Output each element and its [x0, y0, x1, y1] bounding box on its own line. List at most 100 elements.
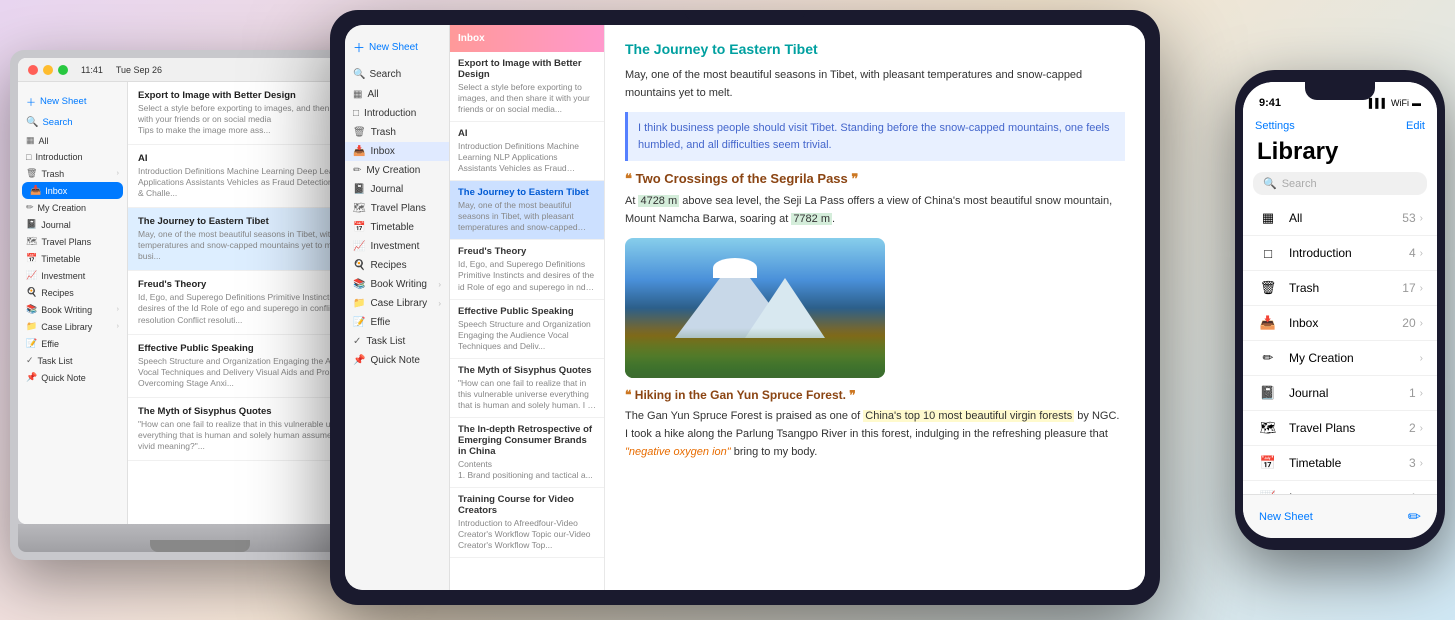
ipad-note-item[interactable]: The Myth of Sisyphus Quotes "How can one… [450, 359, 604, 418]
ipad-nav-book-writing[interactable]: 📚 Book Writing › [345, 275, 449, 294]
iphone-list-item-investment[interactable]: 📈 Investment 4 › [1243, 481, 1437, 494]
iphone-item-timetable-label: Timetable [1289, 456, 1409, 470]
mac-sidebar-recipes[interactable]: 🍳 Recipes [18, 284, 127, 301]
case-library-icon: 📁 [353, 298, 365, 309]
iphone-item-inbox-label: Inbox [1289, 316, 1402, 330]
ipad-note-item[interactable]: AI Introduction Definitions Machine Lear… [450, 122, 604, 181]
iphone-list-item-timetable[interactable]: 📅 Timetable 3 › [1243, 446, 1437, 481]
mac-sidebar-quick-note[interactable]: 📌 Quick Note [18, 369, 127, 386]
iphone-item-trash-count: 17 [1402, 281, 1415, 295]
ipad-nav-journal[interactable]: 📓 Journal [345, 180, 449, 199]
macbook-screen: 11:41 Tue Sep 26 ＋ New Sheet 🔍 Search ▦ … [18, 58, 382, 524]
mac-sidebar-inbox[interactable]: 📥 Inbox [22, 182, 123, 199]
mac-sidebar-book-writing-label: Book Writing [41, 305, 92, 315]
ipad-screen: ＋ New Sheet 🔍 Search ▦ All □ Introductio… [345, 25, 1145, 590]
investment-icon: 📈 [353, 241, 365, 252]
ipad-nav-inbox[interactable]: 📥 Inbox [345, 142, 449, 161]
macbook-content: ＋ New Sheet 🔍 Search ▦ All □ Introductio… [18, 82, 382, 524]
mac-search-button[interactable]: 🔍 Search [18, 113, 127, 132]
ipad-search-button[interactable]: 🔍 Search [345, 66, 449, 83]
ipad-nav-my-creation[interactable]: ✏ My Creation [345, 161, 449, 180]
travel-plans-icon: 🗺 [353, 203, 366, 214]
iphone-list-item-my-creation[interactable]: ✏ My Creation › [1243, 341, 1437, 376]
mac-sidebar-investment[interactable]: 📈 Investment [18, 267, 127, 284]
mac-sidebar-trash-label: Trash [41, 169, 64, 179]
iphone-library-list: ▦ All 53 › □ Introduction 4 › 🗑 Trash 17… [1243, 201, 1437, 494]
mac-sidebar-timetable[interactable]: 📅 Timetable [18, 250, 127, 267]
ipad-nav-all-label: All [367, 89, 378, 100]
iphone-search-bar[interactable]: 🔍 Search [1253, 172, 1427, 195]
ipad-note-item[interactable]: Export to Image with Better Design Selec… [450, 52, 604, 122]
maximize-button-dot[interactable] [58, 65, 68, 75]
ipad-nav-task-list[interactable]: ✓ Task List [345, 332, 449, 351]
minimize-button-dot[interactable] [43, 65, 53, 75]
close-button-dot[interactable] [28, 65, 38, 75]
ipad-nav-trash[interactable]: 🗑 Trash [345, 123, 449, 142]
ipad-note-item[interactable]: Effective Public Speaking Speech Structu… [450, 300, 604, 359]
ipad-new-sheet-button[interactable]: ＋ New Sheet [345, 35, 449, 60]
chevron-right-icon: › [1420, 248, 1423, 259]
ipad-nav-all[interactable]: ▦ All [345, 85, 449, 104]
ipad-nav-case-library[interactable]: 📁 Case Library › [345, 294, 449, 313]
mac-sidebar-recipes-label: Recipes [41, 288, 74, 298]
mac-sidebar-investment-label: Investment [41, 271, 85, 281]
quick-note-icon: 📌 [353, 355, 365, 366]
mac-sidebar-effie-label: Effie [41, 339, 59, 349]
search-icon: 🔍 [26, 117, 38, 128]
section-marker: ❝ [625, 171, 632, 186]
ipad-note-title: Export to Image with Better Design [458, 58, 596, 80]
trash-icon: 🗑 [26, 168, 37, 179]
iphone-list-item-journal[interactable]: 📓 Journal 1 › [1243, 376, 1437, 411]
mac-sidebar-trash[interactable]: 🗑 Trash › [18, 165, 127, 182]
mac-sidebar-journal[interactable]: 📓 Journal [18, 216, 127, 233]
ipad-note-preview-active: May, one of the most beautiful seasons i… [458, 200, 596, 233]
ipad-note-item-active[interactable]: The Journey to Eastern Tibet May, one of… [450, 181, 604, 240]
mac-sidebar-my-creation[interactable]: ✏ My Creation [18, 199, 127, 216]
ipad-nav-travel-plans[interactable]: 🗺 Travel Plans [345, 199, 449, 218]
edit-button[interactable]: Edit [1406, 120, 1425, 132]
iphone-list-item-inbox[interactable]: 📥 Inbox 20 › [1243, 306, 1437, 341]
ipad-nav-investment[interactable]: 📈 Investment [345, 237, 449, 256]
mac-sidebar-travel-plans[interactable]: 🗺 Travel Plans [18, 233, 127, 250]
ipad-nav-quick-note[interactable]: 📌 Quick Note [345, 351, 449, 370]
iphone-list-item-all[interactable]: ▦ All 53 › [1243, 201, 1437, 236]
mac-sidebar-effie[interactable]: 📝 Effie [18, 335, 127, 352]
travel-plans-icon: 🗺 [26, 236, 37, 247]
ipad-nav-trash-label: Trash [371, 127, 396, 138]
iphone-list-item-introduction[interactable]: □ Introduction 4 › [1243, 236, 1437, 271]
ipad-note-item[interactable]: Freud's Theory Id, Ego, and Superego Def… [450, 240, 604, 299]
macbook-base [18, 524, 382, 552]
ipad-nav-effie[interactable]: 📝 Effie [345, 313, 449, 332]
mac-new-sheet-button[interactable]: ＋ New Sheet [18, 90, 127, 113]
iphone-list-item-travel-plans[interactable]: 🗺 Travel Plans 2 › [1243, 411, 1437, 446]
iphone-notch [1305, 82, 1375, 100]
trash-icon: 🗑 [1257, 277, 1279, 299]
ipad-nav-recipes[interactable]: 🍳 Recipes [345, 256, 449, 275]
mac-sidebar: ＋ New Sheet 🔍 Search ▦ All □ Introductio… [18, 82, 128, 524]
ipad-nav-timetable[interactable]: 📅 Timetable [345, 218, 449, 237]
ipad-note-item[interactable]: The In-depth Retrospective of Emerging C… [450, 418, 604, 488]
ipad-nav-task-list-label: Task List [366, 336, 405, 347]
inbox-icon: 📥 [30, 185, 41, 196]
ipad-nav-my-creation-label: My Creation [366, 165, 420, 176]
mac-sidebar-task-list[interactable]: ✓ Task List [18, 352, 127, 369]
ipad-sidebar-navigation: ＋ New Sheet 🔍 Search ▦ All □ Introductio… [345, 25, 450, 590]
ipad-nav-introduction[interactable]: □ Introduction [345, 104, 449, 123]
iphone-new-sheet-button[interactable]: New Sheet [1259, 511, 1313, 523]
settings-button[interactable]: Settings [1255, 120, 1295, 132]
mac-sidebar-case-library[interactable]: 📁 Case Library › [18, 318, 127, 335]
mountain-image [625, 238, 885, 378]
my-creation-icon: ✏ [26, 202, 34, 213]
ipad-note-item[interactable]: Training Course for Video Creators Intro… [450, 488, 604, 558]
mountain-peak-2 [745, 278, 825, 338]
mac-sidebar-book-writing[interactable]: 📚 Book Writing › [18, 301, 127, 318]
iphone-item-trash-label: Trash [1289, 281, 1402, 295]
compose-icon[interactable]: ✏ [1408, 507, 1421, 527]
iphone-list-item-trash[interactable]: 🗑 Trash 17 › [1243, 271, 1437, 306]
chevron-right-icon: › [1420, 423, 1423, 434]
task-list-icon: ✓ [26, 355, 34, 366]
mac-time: 11:41 [81, 65, 103, 75]
journal-icon: 📓 [353, 184, 365, 195]
mac-sidebar-all[interactable]: ▦ All [18, 132, 127, 149]
mac-sidebar-introduction[interactable]: □ Introduction [18, 149, 127, 165]
